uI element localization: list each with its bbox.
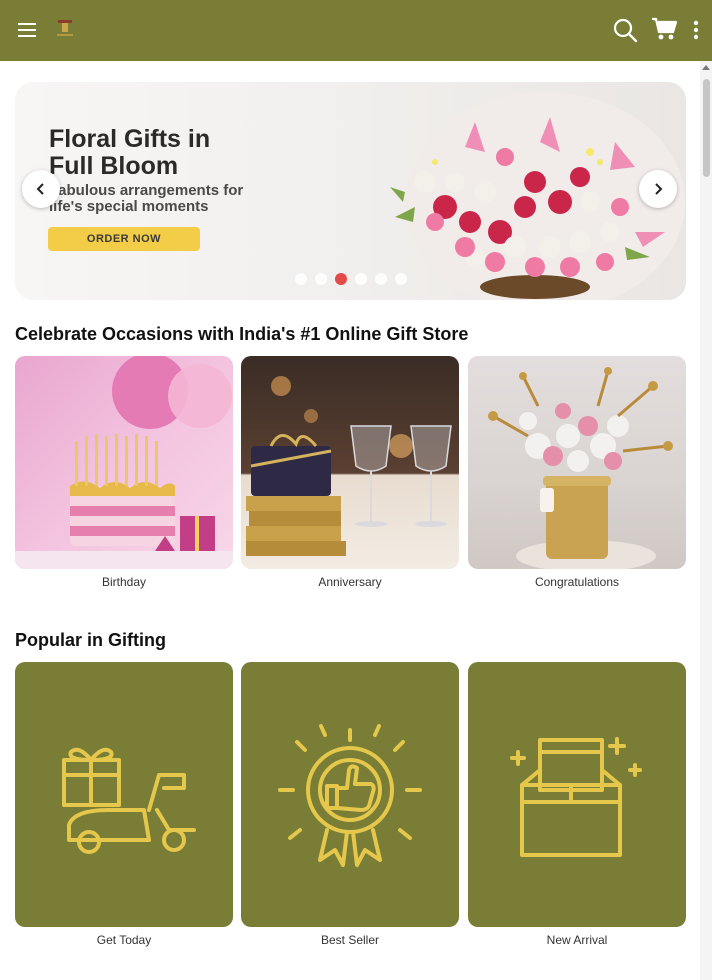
occasion-label: Birthday (101, 575, 147, 589)
get-today-tile (15, 662, 233, 927)
carousel-dot[interactable] (315, 273, 327, 285)
best-seller-tile (241, 662, 459, 927)
chevron-left-icon (36, 183, 44, 195)
carousel-next-button[interactable] (639, 170, 677, 208)
hero-banner[interactable]: Floral Gifts in Full Bloom Fabulous arra… (15, 82, 686, 300)
popular-label: Best Seller (320, 933, 380, 947)
scrollbar-thumb[interactable] (703, 79, 710, 177)
occasion-card-anniversary[interactable]: Anniversary (241, 356, 459, 589)
banner-title-line: Floral Gifts in (49, 125, 211, 153)
carousel-dots (295, 273, 407, 285)
banner-title: Floral Gifts in Full Bloom (49, 126, 210, 180)
carousel-dot[interactable] (395, 273, 407, 285)
birthday-image (15, 356, 233, 569)
occasion-card-birthday[interactable]: Birthday (15, 356, 233, 589)
carousel-dot[interactable] (355, 273, 367, 285)
carousel-prev-button[interactable] (22, 170, 60, 208)
popular-label: New Arrival (546, 933, 608, 947)
cart-icon[interactable] (651, 16, 679, 42)
banner-subtitle: Fabulous arrangements for life's special… (49, 183, 243, 215)
banner-title-line: Full Bloom (49, 152, 179, 180)
banner-subtitle-line: life's special moments (49, 198, 209, 215)
carousel-dot[interactable] (295, 273, 307, 285)
occasion-card-congratulations[interactable]: Congratulations (468, 356, 686, 589)
popular-card-new-arrival[interactable]: New Arrival (468, 662, 686, 947)
carousel-dot-active[interactable] (335, 273, 347, 285)
popular-section-title: Popular in Gifting (15, 630, 166, 650)
order-now-button[interactable]: ORDER NOW (48, 227, 200, 251)
banner-subtitle-line: Fabulous arrangements for (49, 182, 244, 199)
anniversary-image (241, 356, 459, 569)
top-app-bar (0, 0, 712, 61)
occasion-label: Anniversary (318, 575, 382, 589)
occasions-section-title: Celebrate Occasions with India's #1 Onli… (15, 324, 469, 344)
more-vertical-icon[interactable] (689, 18, 703, 42)
chevron-right-icon (655, 183, 663, 195)
logo[interactable] (52, 16, 78, 42)
popular-card-best-seller[interactable]: Best Seller (241, 662, 459, 947)
popular-label: Get Today (96, 933, 152, 947)
scroll-up-icon[interactable] (702, 65, 710, 70)
new-arrival-tile (468, 662, 686, 927)
carousel-dot[interactable] (375, 273, 387, 285)
menu-icon[interactable] (16, 19, 40, 41)
search-icon[interactable] (612, 17, 638, 43)
congratulations-image (468, 356, 686, 569)
scrollbar[interactable] (700, 61, 712, 980)
scooter-delivery-icon (62, 747, 196, 854)
popular-card-get-today[interactable]: Get Today (15, 662, 233, 947)
thumbs-up-badge-icon (278, 723, 422, 867)
occasion-label: Congratulations (534, 575, 620, 589)
new-box-icon (510, 736, 642, 857)
